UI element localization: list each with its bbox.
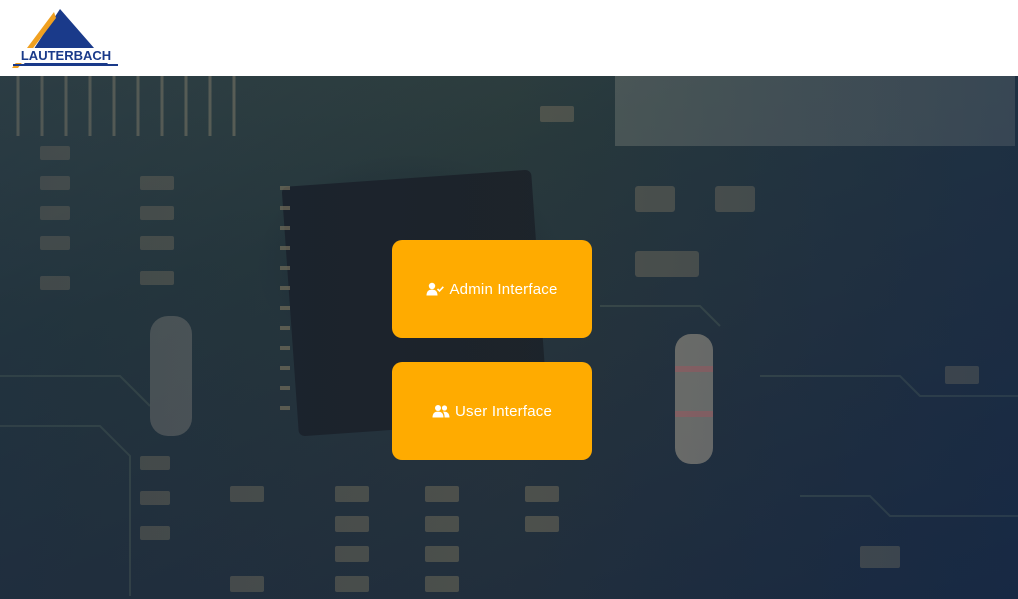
admin-interface-label: Admin Interface bbox=[449, 280, 558, 298]
lauterbach-logo[interactable]: LAUTERBACH bbox=[10, 6, 122, 70]
users-icon bbox=[432, 405, 450, 418]
admin-interface-button[interactable]: Admin Interface bbox=[392, 240, 592, 338]
logo-mark-icon: LAUTERBACH bbox=[12, 9, 118, 68]
site-header: LAUTERBACH bbox=[0, 0, 1018, 76]
user-check-icon bbox=[426, 282, 445, 296]
user-interface-button[interactable]: User Interface bbox=[392, 362, 592, 460]
svg-text:LAUTERBACH: LAUTERBACH bbox=[21, 48, 111, 63]
user-interface-label: User Interface bbox=[454, 402, 552, 420]
